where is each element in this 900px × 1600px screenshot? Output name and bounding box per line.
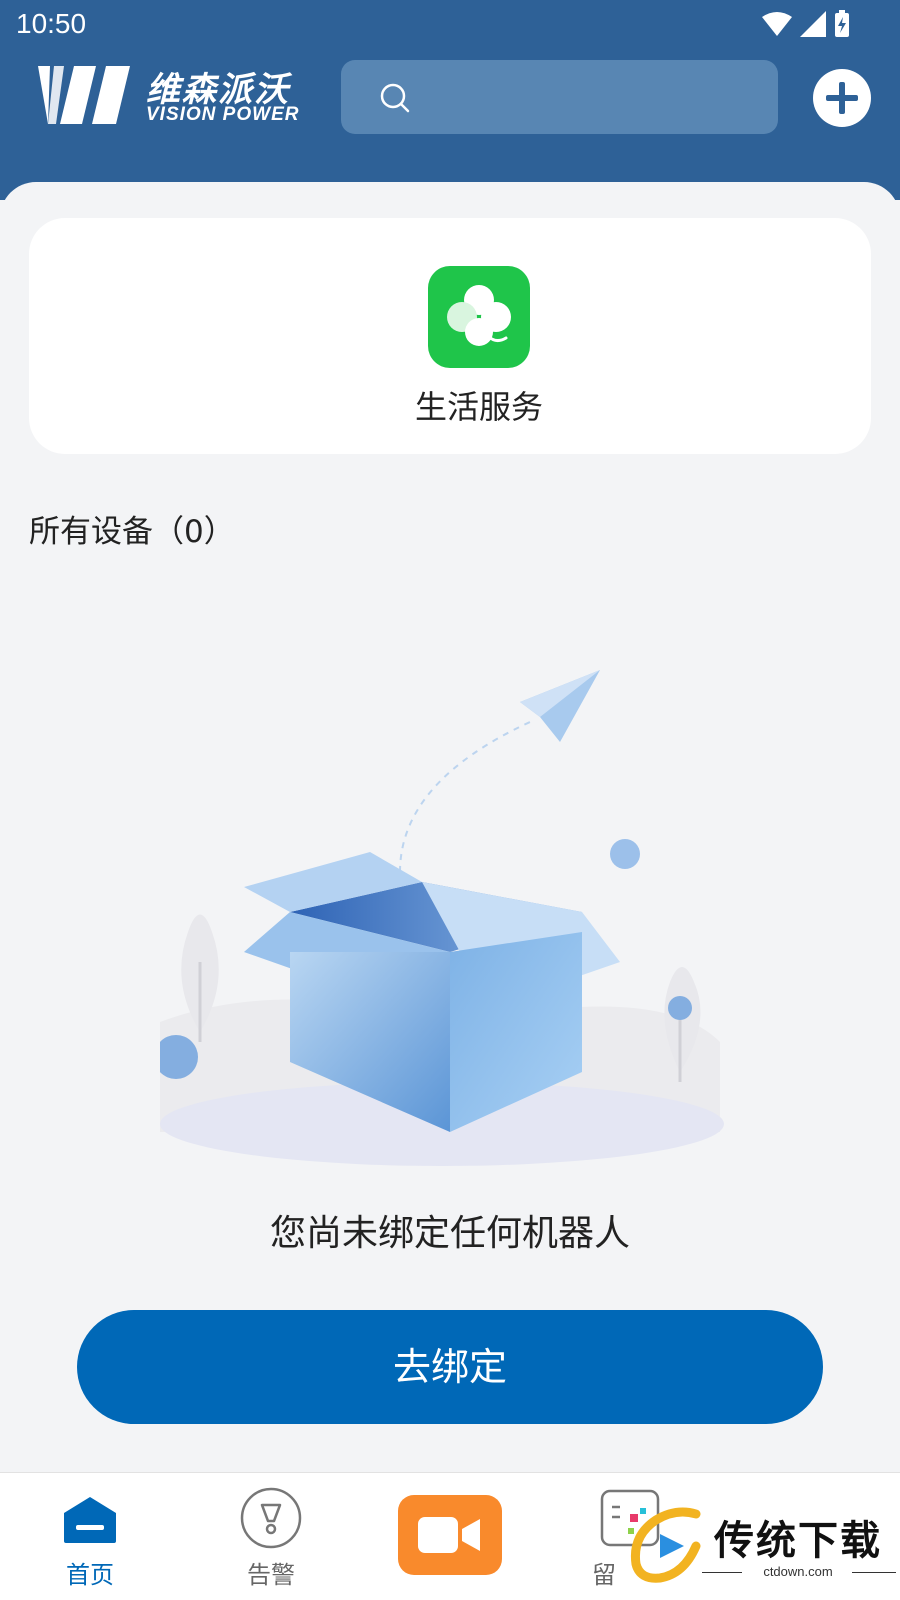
services-card: 生活服务: [29, 218, 871, 454]
video-camera-icon: [418, 1517, 480, 1553]
nav-tab-alarm[interactable]: 告警: [211, 1473, 331, 1600]
life-service-label: 生活服务: [414, 388, 543, 426]
logo-text-en: VISION POWER: [146, 104, 300, 125]
brand-logo: 维森派沃 VISION POWER: [34, 62, 304, 126]
nav-label-home: 首页: [66, 1561, 114, 1589]
nav-tab-home[interactable]: 首页: [30, 1473, 150, 1600]
logo-mark-icon: [38, 66, 130, 124]
device-count-heading: 所有设备（0）: [29, 514, 235, 550]
app-header: 10:50 维森派沃 VISION POWER: [0, 0, 900, 200]
alarm-icon: [240, 1487, 302, 1549]
signal-icon: [800, 11, 826, 37]
status-icons: [762, 10, 850, 38]
home-icon: [64, 1497, 116, 1543]
nav-tab-video[interactable]: [398, 1495, 502, 1575]
watermark-divider: [852, 1572, 896, 1573]
status-time: 10:50: [16, 8, 87, 39]
empty-state-message: 您尚未绑定任何机器人: [269, 1213, 630, 1254]
watermark-title: 传统下载: [714, 1518, 882, 1564]
add-device-button[interactable]: [812, 68, 872, 128]
search-icon: [380, 83, 410, 113]
battery-icon: [835, 10, 849, 37]
wifi-icon: [762, 12, 792, 36]
clover-icon: [428, 266, 530, 368]
watermark: 传统下载 ctdown.com: [622, 1500, 900, 1600]
watermark-divider: [702, 1572, 742, 1573]
search-input[interactable]: [421, 60, 761, 134]
main-content: 生活服务 所有设备（0） 您尚未绑定任何机器人 去绑定: [0, 182, 900, 1472]
bind-robot-button[interactable]: 去绑定: [77, 1310, 823, 1424]
life-service-shortcut[interactable]: 生活服务: [389, 266, 569, 428]
empty-box-illustration: [160, 670, 724, 1166]
watermark-logo-icon: [628, 1507, 701, 1583]
nav-label-alarm: 告警: [247, 1561, 295, 1589]
search-bar[interactable]: [341, 60, 778, 134]
status-bar: 10:50: [0, 0, 900, 50]
